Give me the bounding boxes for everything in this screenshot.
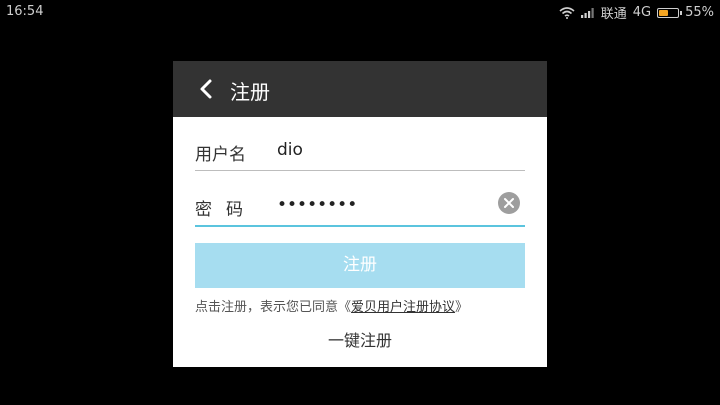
username-value[interactable]: dio [277,140,303,160]
password-label-char-1: 密 [195,200,212,220]
agreement-link[interactable]: 爱贝用户注册协议 [351,300,455,315]
dialog-title: 注册 [230,80,270,104]
wifi-icon [559,6,575,19]
username-field[interactable]: 用户名 dio [195,136,525,171]
password-label: 密 码 [195,195,243,220]
dialog-header: 注册 [173,61,547,117]
back-arrow-icon[interactable] [195,77,219,101]
network-label: 4G [632,5,652,20]
clear-icon[interactable] [497,191,521,215]
battery-icon [657,7,683,18]
agreement-prefix: 点击注册，表示您已同意《 [195,300,352,315]
signal-icon [580,7,594,18]
quick-register-link[interactable]: 一键注册 [173,327,547,351]
battery-fill [659,9,669,16]
password-label-char-2: 码 [226,200,243,220]
status-right: 联通 4G 55% [559,3,714,22]
password-value[interactable]: •••••••• [277,195,357,215]
agreement-text: 点击注册，表示您已同意《爱贝用户注册协议》 [195,296,468,315]
status-time: 16:54 [6,4,44,19]
carrier-label: 联通 [600,7,627,22]
agreement-suffix: 》 [455,300,469,315]
battery-percent: 55% [685,5,714,20]
status-bar: 16:54 联通 4G 55% [0,0,720,22]
register-button[interactable]: 注册 [195,243,525,288]
register-dialog: 注册 用户名 dio 密 码 •••••••• 注册 点击注册，表示您已同意《爱… [173,61,547,367]
username-label: 用户名 [195,145,246,165]
password-field[interactable]: 密 码 •••••••• [195,191,525,227]
